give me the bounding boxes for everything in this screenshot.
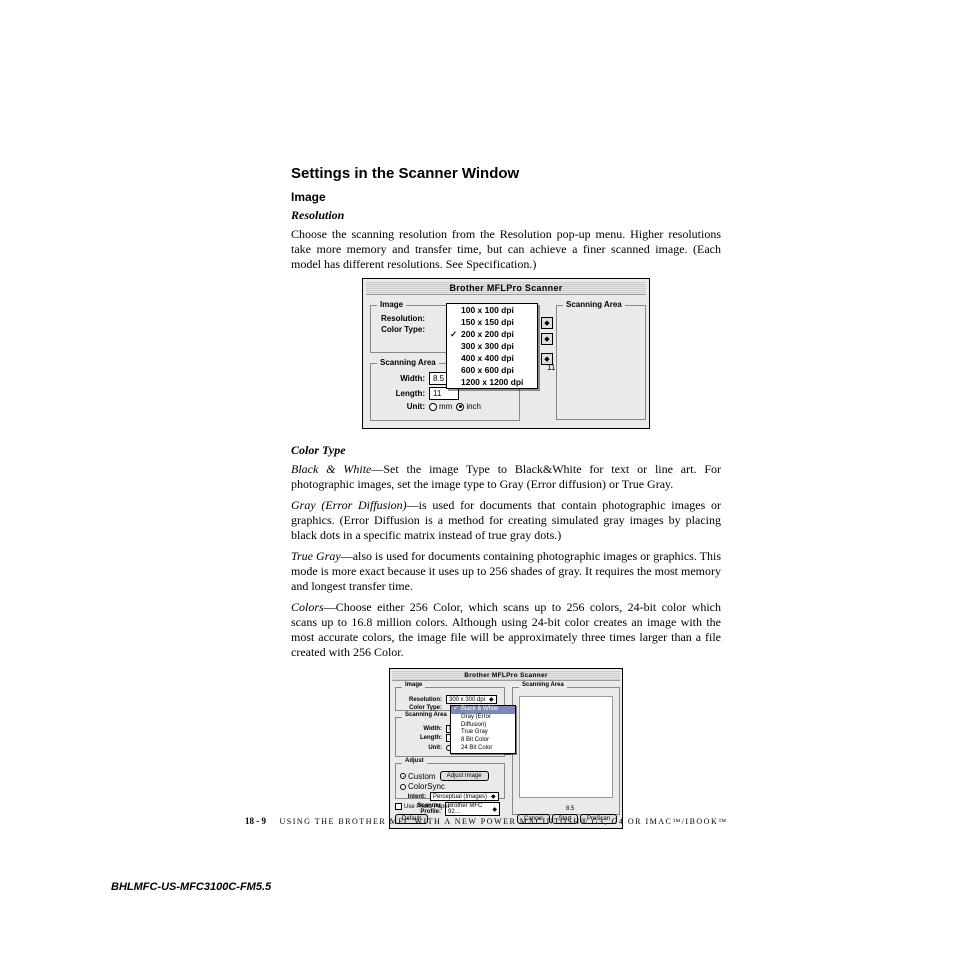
preview-w: 8.5 [566, 806, 574, 812]
colortype-option[interactable]: Gray (Error Diffusion) [451, 714, 515, 730]
radio-colorsync[interactable]: ColorSync [400, 782, 445, 791]
group-preview: Scanning Area 11 [556, 305, 646, 420]
label-width-2: Width: [400, 726, 442, 732]
label-colortype: Color Type: [375, 325, 425, 334]
page-number: 18 - 9 [245, 816, 266, 826]
checkbox-photopaper-label: Use Photo Paper [404, 804, 450, 810]
footer-text: USING THE BROTHER MFC WITH A NEW POWER M… [280, 817, 728, 826]
group-image-label: Image [377, 300, 406, 309]
radio-inch-label: inch [466, 402, 481, 411]
group-preview-label-2: Scanning Area [519, 682, 567, 688]
dropdown-resolution-arrow[interactable]: ◆ [541, 317, 553, 329]
paragraph-tg: True Gray—also is used for documents con… [291, 549, 721, 594]
page-footer: 18 - 9 USING THE BROTHER MFC WITH A NEW … [245, 816, 765, 826]
colortype-option[interactable]: True Gray [451, 729, 515, 737]
group-scanarea-label: Scanning Area [377, 358, 439, 367]
preview-canvas [519, 696, 613, 798]
resolution-option[interactable]: 400 x 400 dpi [447, 352, 537, 364]
popup-resolution[interactable]: 300 x 300 dpi◆ [446, 695, 497, 704]
section-colortype: Color Type [291, 443, 721, 458]
radio-custom[interactable]: Custom [400, 772, 436, 781]
radio-colorsync-label: ColorSync [408, 782, 445, 791]
resolution-option[interactable]: 600 x 600 dpi [447, 364, 537, 376]
window-title-2: Brother MFLPro Scanner [392, 671, 620, 681]
group-adjust-label: Adjust [402, 758, 427, 764]
label-unit: Unit: [375, 402, 425, 411]
colortype-option[interactable]: 24 Bit Color [451, 745, 515, 753]
section-image: Image [291, 190, 721, 204]
label-resolution: Resolution: [375, 314, 425, 323]
label-intent: Intent: [400, 794, 426, 800]
group-scanarea-label-2: Scanning Area [402, 712, 450, 718]
colortype-option[interactable]: Black & White [451, 706, 515, 714]
label-length-2: Length: [400, 735, 442, 741]
label-colortype-2: Color Type: [400, 705, 442, 711]
label-length: Length: [375, 389, 425, 398]
document-id: BHLMFC-US-MFC3100C-FM5.5 [111, 881, 271, 893]
radio-mm[interactable]: mm [429, 402, 452, 411]
checkbox-photopaper[interactable]: Use Photo Paper [395, 803, 450, 810]
paragraph-bw: Black & White—Set the image Type to Blac… [291, 462, 721, 492]
radio-mm-label: mm [439, 402, 452, 411]
colortype-option[interactable]: 8 Bit Color [451, 737, 515, 745]
resolution-menu[interactable]: 100 x 100 dpi150 x 150 dpi200 x 200 dpi3… [446, 303, 538, 389]
page-heading: Settings in the Scanner Window [291, 165, 721, 182]
popup-intent[interactable]: Perceptual (Images)◆ [430, 792, 499, 801]
paragraph-ged: Gray (Error Diffusion)—is used for docum… [291, 498, 721, 543]
resolution-option[interactable]: 300 x 300 dpi [447, 340, 537, 352]
window-title: Brother MFLPro Scanner [366, 282, 646, 295]
dropdown-colortype-arrow[interactable]: ◆ [541, 333, 553, 345]
paragraph-resolution: Choose the scanning resolution from the … [291, 227, 721, 272]
radio-custom-label: Custom [408, 772, 436, 781]
group-image-2: Image Resolution:300 x 300 dpi◆ Color Ty… [395, 687, 505, 711]
screenshot-colortype-menu: Brother MFLPro Scanner Image Resolution:… [389, 668, 623, 829]
resolution-option[interactable]: 150 x 150 dpi [447, 316, 537, 328]
group-image-label-2: Image [402, 682, 425, 688]
group-adjust: Adjust Custom Adjust Image ColorSync Int… [395, 763, 505, 799]
screenshot-resolution-menu: Brother MFLPro Scanner Image Resolution:… [362, 278, 650, 429]
label-unit-2: Unit: [400, 745, 442, 751]
colortype-menu[interactable]: Black & WhiteGray (Error Diffusion)True … [450, 705, 516, 754]
paragraph-colors: Colors—Choose either 256 Color, which sc… [291, 600, 721, 660]
group-preview-2: Scanning Area 11 8.5 [512, 687, 620, 815]
section-resolution: Resolution [291, 208, 721, 223]
radio-inch[interactable]: inch [456, 402, 481, 411]
resolution-option[interactable]: 1200 x 1200 dpi [447, 376, 537, 388]
resolution-option[interactable]: 200 x 200 dpi [447, 328, 537, 340]
label-width: Width: [375, 374, 425, 383]
group-preview-label: Scanning Area [563, 300, 625, 309]
dropdown-extra-arrow[interactable]: ◆ [541, 353, 553, 365]
adjust-image-button[interactable]: Adjust Image [440, 771, 489, 781]
resolution-option[interactable]: 100 x 100 dpi [447, 304, 537, 316]
label-resolution-2: Resolution: [400, 697, 442, 703]
